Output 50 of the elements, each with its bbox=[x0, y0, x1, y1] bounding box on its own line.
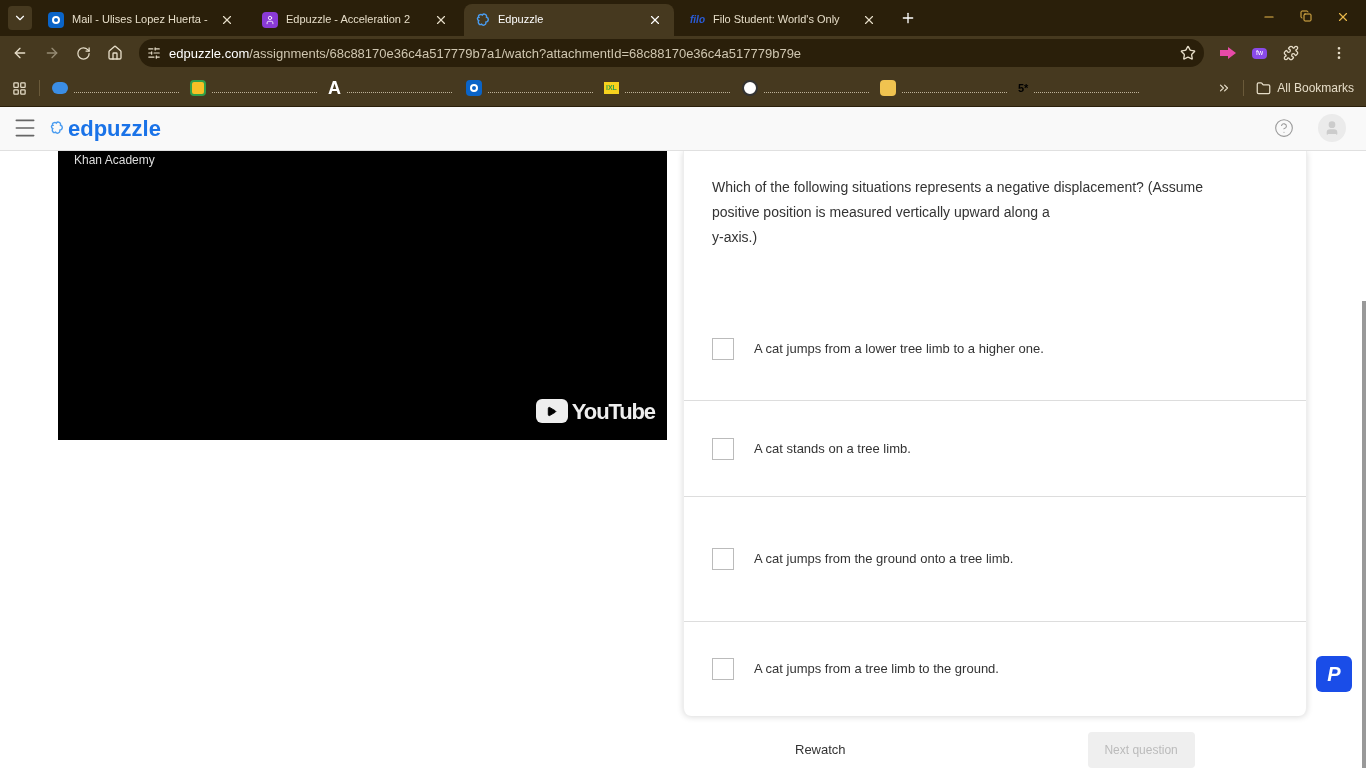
answer-option[interactable]: A cat jumps from the ground onto a tree limb. bbox=[684, 496, 1306, 621]
answer-option[interactable]: A cat stands on a tree limb. bbox=[684, 400, 1306, 497]
apps-icon[interactable] bbox=[12, 80, 27, 96]
tab-search-button[interactable] bbox=[8, 5, 32, 30]
puzzle-logo-icon bbox=[476, 12, 490, 27]
browser-tab[interactable]: Edpuzzle bbox=[464, 3, 674, 36]
folder-icon[interactable] bbox=[1256, 80, 1272, 96]
checkbox[interactable] bbox=[712, 548, 734, 570]
option-label: A cat jumps from a lower tree limb to a higher one. bbox=[754, 340, 1044, 359]
rewatch-button[interactable]: Rewatch bbox=[783, 732, 858, 768]
youtube-logo: YouTube bbox=[571, 398, 655, 426]
bookmark-star-icon[interactable] bbox=[1180, 45, 1196, 62]
puzzle-logo-icon bbox=[50, 121, 64, 136]
option-label: A cat jumps from the ground onto a tree limb. bbox=[754, 550, 1014, 569]
outlook-icon[interactable] bbox=[466, 80, 482, 97]
checkbox[interactable] bbox=[712, 437, 734, 460]
browser-tab[interactable]: Edpuzzle - Acceleration 2 bbox=[250, 3, 460, 36]
classroom-icon bbox=[262, 11, 278, 28]
floating-app-button[interactable]: P bbox=[1316, 656, 1352, 692]
tab-title: Mail - Ulises Lopez Huerta - bbox=[72, 12, 209, 27]
outlook-icon bbox=[48, 11, 64, 28]
tab-title: Filo Student: World's Only bbox=[713, 12, 841, 27]
play-logo-icon bbox=[535, 399, 568, 424]
tab-title: Edpuzzle bbox=[498, 12, 545, 27]
home-icon[interactable] bbox=[107, 45, 123, 62]
tab-title: Edpuzzle - Acceleration 2 bbox=[286, 12, 412, 27]
answer-option[interactable]: A cat jumps from a lower tree limb to a higher one. bbox=[684, 250, 1306, 400]
restore-icon[interactable] bbox=[1300, 9, 1312, 22]
question-text: y-axis.) bbox=[712, 228, 759, 247]
browser-tab[interactable]: Mail - Ulises Lopez Huerta - bbox=[36, 3, 246, 36]
video-player[interactable]: Khan Academy YouTube bbox=[58, 151, 667, 440]
browser-tab[interactable]: filo Filo Student: World's Only bbox=[678, 3, 888, 36]
tab-logo: filo bbox=[690, 12, 705, 27]
all-bookmarks-link[interactable]: All Bookmarks bbox=[1277, 80, 1354, 97]
option-label: A cat jumps from a tree limb to the ground. bbox=[754, 660, 999, 679]
site-settings-icon[interactable] bbox=[147, 46, 161, 61]
extensions-icon[interactable] bbox=[1283, 45, 1299, 62]
option-label: A cat stands on a tree limb. bbox=[754, 439, 911, 458]
answer-option[interactable]: A cat jumps from a tree limb to the ground. bbox=[684, 620, 1306, 716]
checkbox[interactable] bbox=[712, 657, 734, 680]
cloud-icon[interactable] bbox=[52, 82, 68, 95]
address-bar[interactable]: edpuzzle.com/assignments/68c88170e36c4a517779b7a1/watch?attachmentId=68c88170e36c4a517779b79e bbox=[139, 39, 1204, 68]
channel-name: Khan Academy bbox=[74, 152, 155, 169]
reload-icon[interactable] bbox=[76, 45, 91, 61]
classroom-icon[interactable] bbox=[190, 80, 206, 97]
url-text: edpuzzle.com/assignments/68c88170e36c4a517779b7a1/watch?attachmentId=68c88170e36c4a517779b79e bbox=[169, 44, 803, 63]
bookmark-logo[interactable]: A bbox=[328, 79, 341, 98]
checkbox[interactable] bbox=[712, 338, 734, 360]
edpuzzle-logo[interactable]: edpuzzle bbox=[68, 111, 161, 145]
arrow-icon[interactable] bbox=[1220, 47, 1236, 60]
